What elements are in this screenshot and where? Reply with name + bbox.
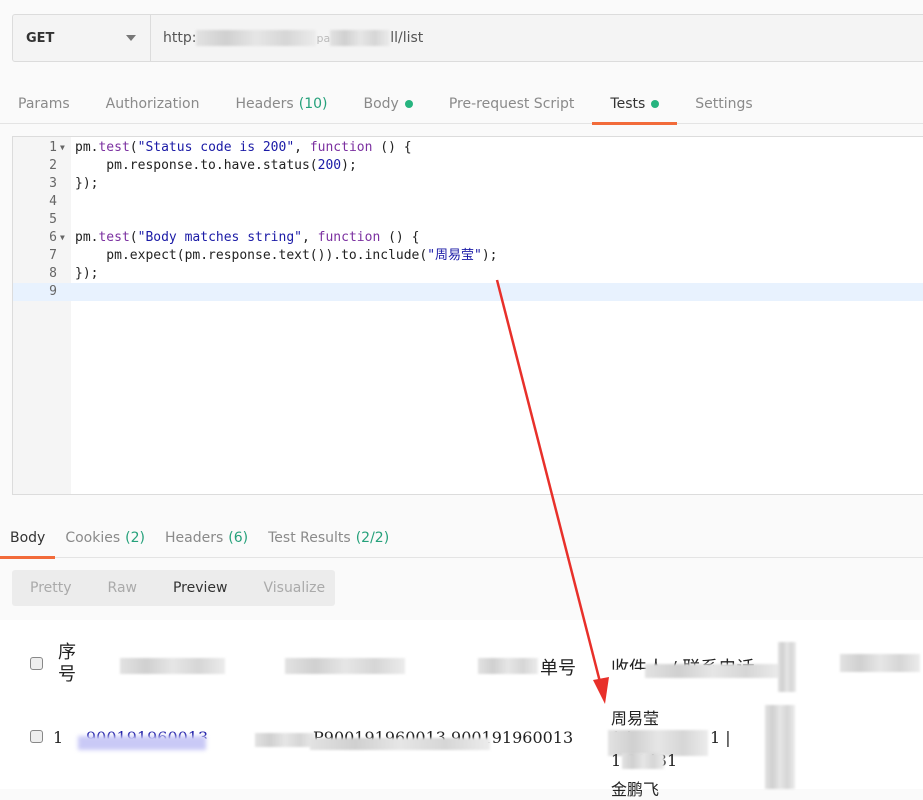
arrow-shaft [495,279,602,683]
annotation-arrow [495,279,609,704]
arrow-head-icon [593,677,609,704]
